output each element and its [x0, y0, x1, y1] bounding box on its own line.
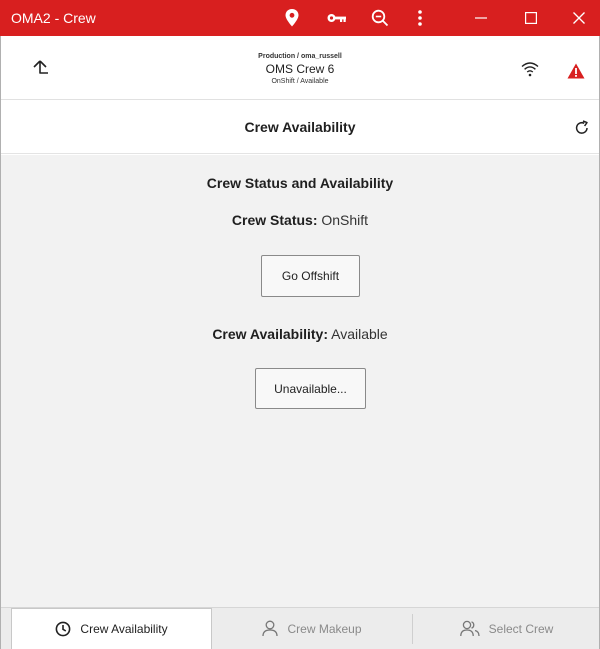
location-pin-icon[interactable]: [276, 0, 308, 36]
environment-label: Production / oma_russell: [258, 53, 342, 60]
app-window: OMA2 - Crew Production / oma_russell OMS…: [0, 0, 600, 649]
crew-status-value: OnShift: [321, 212, 369, 228]
crew-status-line: Crew Status: OnShift: [0, 212, 600, 228]
tab-label: Crew Availability: [80, 622, 168, 636]
window-title: OMA2 - Crew: [11, 10, 96, 26]
page-title: Crew Availability: [244, 119, 356, 135]
crew-context: Production / oma_russell OMS Crew 6 OnSh…: [150, 52, 450, 86]
clock-icon: [55, 621, 71, 637]
maximize-icon[interactable]: [508, 0, 554, 36]
unavailable-button[interactable]: Unavailable...: [255, 368, 366, 409]
crew-availability-label: Crew Availability:: [212, 326, 328, 342]
main-content: Crew Status and Availability Crew Status…: [0, 155, 600, 607]
page-header: Crew Availability: [0, 101, 600, 154]
title-bar: OMA2 - Crew: [0, 0, 600, 36]
tab-crew-availability[interactable]: Crew Availability: [11, 608, 212, 649]
refresh-icon[interactable]: [571, 117, 593, 139]
window-border: [0, 36, 1, 649]
close-icon[interactable]: [556, 0, 600, 36]
key-icon[interactable]: [321, 0, 353, 36]
crew-status-summary: OnShift / Available: [271, 78, 329, 85]
people-icon: [459, 620, 480, 637]
crew-availability-value: Available: [331, 326, 388, 342]
crew-status-label: Crew Status:: [231, 212, 318, 228]
person-icon: [262, 620, 279, 637]
go-offshift-button[interactable]: Go Offshift: [261, 255, 360, 297]
zoom-out-icon[interactable]: [364, 0, 396, 36]
wifi-icon: [521, 61, 539, 82]
tab-label: Crew Makeup: [287, 621, 362, 636]
section-title: Crew Status and Availability: [206, 175, 394, 191]
minimize-icon[interactable]: [458, 0, 504, 36]
tab-crew-makeup[interactable]: Crew Makeup: [212, 608, 412, 649]
back-arrow-icon[interactable]: [24, 52, 56, 84]
context-bar: Production / oma_russell OMS Crew 6 OnSh…: [0, 36, 600, 100]
tab-label: Select Crew: [488, 621, 554, 636]
tab-select-crew[interactable]: Select Crew: [413, 608, 600, 649]
crew-name: OMS Crew 6: [265, 62, 335, 76]
warning-icon[interactable]: [567, 63, 585, 84]
bottom-tab-bar: Crew Availability Crew Makeup Select Cre…: [0, 607, 600, 649]
crew-availability-line: Crew Availability: Available: [0, 326, 600, 342]
more-vertical-icon[interactable]: [404, 0, 436, 36]
